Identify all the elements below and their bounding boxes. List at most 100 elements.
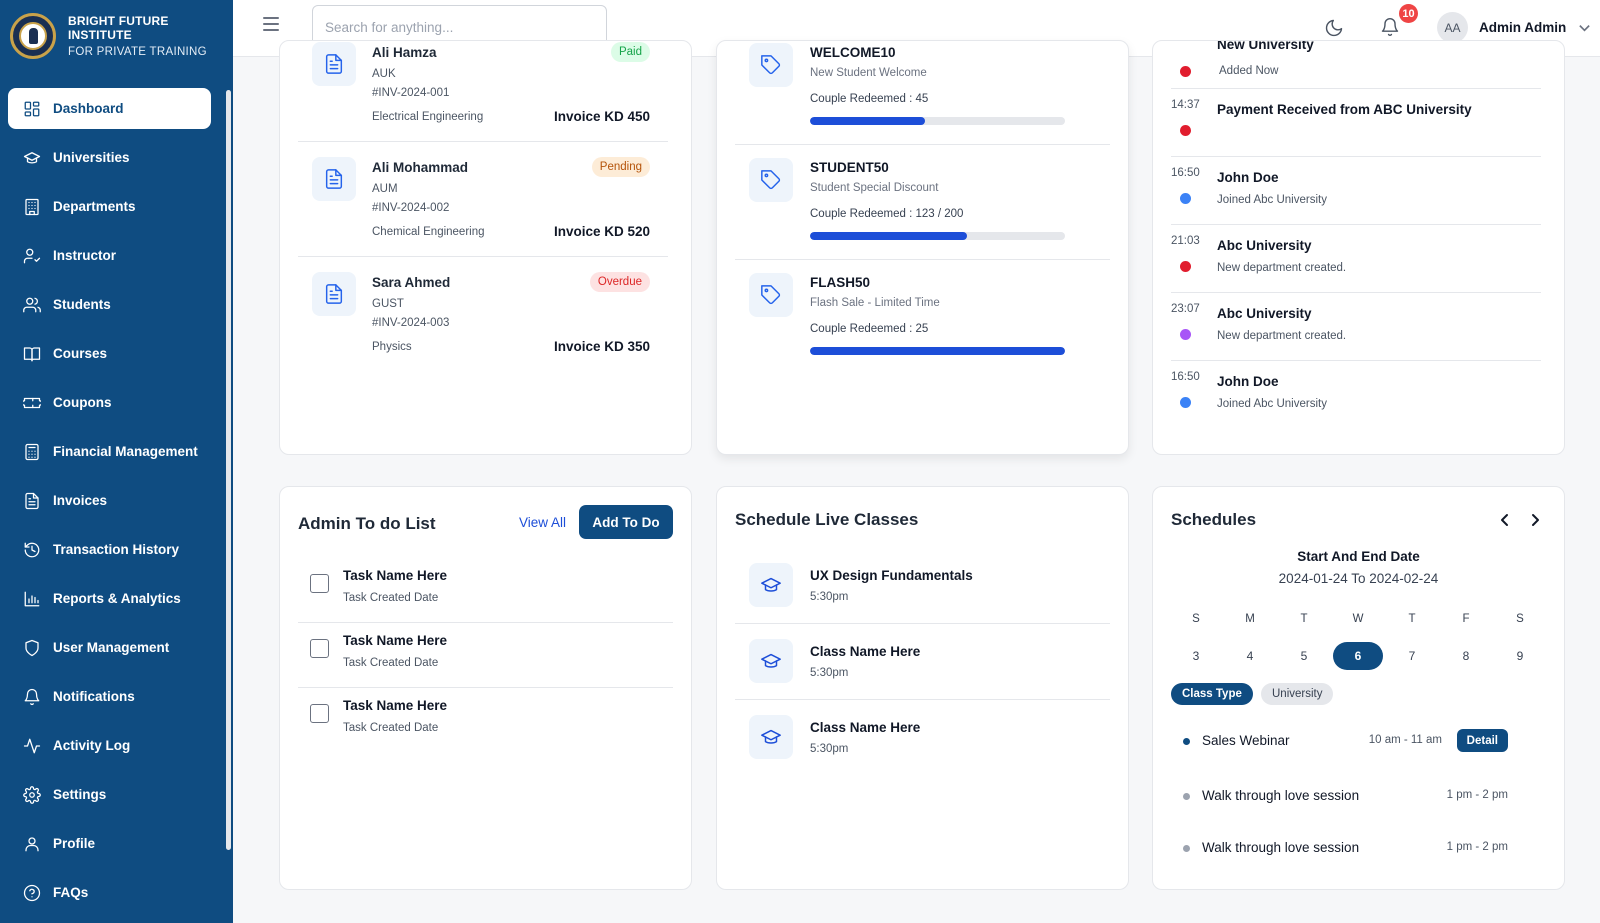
sidebar: BRIGHT FUTURE INSTITUTE FOR PRIVATE TRAI… [0, 0, 233, 923]
sidebar-item-label: Dashboard [53, 101, 124, 116]
activity-time: 16:50 [1171, 371, 1200, 383]
tag-icon [749, 43, 793, 87]
live-class-row[interactable]: Class Name Here 5:30pm [735, 699, 1103, 775]
tag-icon [749, 158, 793, 202]
todo-created-date: Task Created Date [343, 657, 439, 669]
invoice-row[interactable]: Ali Mohammad AUM #INV-2024-002 Chemical Eng… [298, 141, 650, 256]
redemption-progress-bar [810, 117, 1065, 125]
tag-icon [749, 273, 793, 317]
sidebar-item-transaction-history[interactable]: Transaction History [8, 529, 211, 570]
add-todo-button[interactable]: Add To Do [579, 505, 673, 539]
filter-chip[interactable]: Class Type [1171, 683, 1253, 705]
status-badge: Paid [610, 42, 650, 62]
sidebar-item-label: Universities [53, 150, 130, 165]
activity-row: 16:50 John Doe Joined Abc University [1171, 361, 1541, 428]
calendar-day[interactable]: 9 [1495, 642, 1545, 670]
todo-checkbox[interactable] [310, 704, 329, 723]
coupon-row[interactable]: FLASH50 Flash Sale - Limited Time Couple R… [735, 259, 1103, 374]
sidebar-item-coupons[interactable]: Coupons [8, 382, 211, 423]
coupon-row[interactable]: STUDENT50 Student Special Discount Couple … [735, 144, 1103, 259]
todo-checkbox[interactable] [310, 639, 329, 658]
invoice-department: Electrical Engineering [372, 111, 484, 123]
invoice-row[interactable]: Ali Hamza AUK #INV-2024-001 Electrical Engi… [298, 41, 650, 141]
sidebar-item-settings[interactable]: Settings [8, 774, 211, 815]
sidebar-item-courses[interactable]: Courses [8, 333, 211, 374]
live-class-time: 5:30pm [810, 743, 849, 755]
sidebar-item-faqs[interactable]: FAQs [8, 872, 211, 913]
calendar-day[interactable]: 8 [1441, 642, 1491, 670]
sidebar-item-user-management[interactable]: User Management [8, 627, 211, 668]
activity-title: Abc University [1217, 306, 1312, 321]
sidebar-item-universities[interactable]: Universities [8, 137, 211, 178]
schedule-event[interactable]: Sales Webinar 10 am - 11 am Detail [1183, 729, 1508, 753]
sidebar-item-label: Departments [53, 199, 136, 214]
activity-row: 14:37 Payment Received from ABC Universit… [1171, 89, 1541, 156]
sidebar-item-instructor[interactable]: Instructor [8, 235, 211, 276]
todo-item: Task Name Here Task Created Date [298, 622, 673, 687]
filter-chip[interactable]: University [1261, 683, 1334, 705]
sidebar-item-label: FAQs [53, 885, 89, 900]
bar-chart-icon [23, 590, 41, 608]
notification-bell-icon[interactable] [1380, 17, 1400, 37]
coupon-row[interactable]: WELCOME10 New Student Welcome Couple Redee… [735, 41, 1103, 144]
todo-checkbox[interactable] [310, 574, 329, 593]
sidebar-item-label: Coupons [53, 395, 112, 410]
brand-subtitle: FOR PRIVATE TRAINING [68, 46, 207, 58]
live-class-time: 5:30pm [810, 591, 849, 603]
sidebar-item-profile[interactable]: Profile [8, 823, 211, 864]
calendar-day[interactable]: 4 [1225, 642, 1275, 670]
menu-toggle-icon[interactable] [263, 17, 279, 31]
sidebar-item-students[interactable]: Students [8, 284, 211, 325]
avatar[interactable]: AA [1437, 12, 1468, 43]
invoice-row[interactable]: Sara Ahmed GUST #INV-2024-003 Physics Invoic… [298, 256, 650, 371]
chevron-right-icon[interactable] [1528, 513, 1542, 527]
chevron-down-icon[interactable] [1578, 21, 1591, 34]
dark-mode-icon[interactable] [1324, 18, 1344, 38]
calendar-day[interactable]: 6 [1333, 642, 1383, 670]
sidebar-item-financial-management[interactable]: Financial Management [8, 431, 211, 472]
sidebar-item-label: Courses [53, 346, 108, 361]
sidebar-item-notifications[interactable]: Notifications [8, 676, 211, 717]
live-class-row[interactable]: Class Name Here 5:30pm [735, 623, 1103, 699]
recent-invoices-card: Ali Hamza AUK #INV-2024-001 Electrical Engi… [279, 40, 692, 455]
schedule-event[interactable]: Walk through love session 1 pm - 2 pm [1183, 784, 1508, 808]
user-check-icon [23, 247, 41, 265]
brand-name: BRIGHT FUTURE INSTITUTE [68, 14, 169, 42]
sidebar-item-label: Invoices [53, 493, 108, 508]
activity-title: New University [1217, 40, 1314, 52]
invoice-student-name: Ali Mohammad [372, 160, 469, 175]
coupon-description: Flash Sale - Limited Time [810, 297, 940, 309]
calendar-day[interactable]: 3 [1171, 642, 1221, 670]
user-name[interactable]: Admin Admin [1479, 20, 1566, 35]
sidebar-item-label: Settings [53, 787, 107, 802]
redemption-progress-fill [810, 117, 925, 125]
gear-icon [23, 785, 41, 804]
status-badge: Overdue [589, 272, 650, 292]
calendar-day[interactable]: 5 [1279, 642, 1329, 670]
sidebar-item-invoices[interactable]: Invoices [8, 480, 211, 521]
activity-title: Payment Received from ABC University [1217, 102, 1472, 117]
sidebar-item-activity-log[interactable]: Activity Log [8, 725, 211, 766]
calendar-day[interactable]: 7 [1387, 642, 1437, 670]
sidebar-item-dashboard[interactable]: Dashboard [8, 88, 211, 129]
shield-icon [23, 639, 41, 657]
activity-title: John Doe [1217, 170, 1279, 185]
sidebar-scrollbar[interactable] [226, 90, 231, 850]
users-icon [23, 296, 41, 314]
activity-title: Abc University [1217, 238, 1312, 253]
todo-card: Admin To do List View All Add To Do Task… [279, 486, 692, 890]
chevron-left-icon[interactable] [1498, 513, 1512, 527]
sidebar-item-departments[interactable]: Departments [8, 186, 211, 227]
event-detail-button[interactable]: Detail [1456, 729, 1508, 752]
live-class-row[interactable]: UX Design Fundamentals 5:30pm [735, 547, 1103, 623]
status-badge: Pending [591, 157, 650, 177]
schedule-event[interactable]: Walk through love session 1 pm - 2 pm [1183, 836, 1508, 860]
redemption-progress-fill [810, 347, 1065, 355]
sidebar-item-label: Financial Management [53, 444, 198, 459]
weekday-label: W [1352, 613, 1364, 625]
view-all-link[interactable]: View All [519, 515, 566, 530]
history-icon [23, 541, 41, 559]
sidebar-item-reports-and-analytics[interactable]: Reports & Analytics [8, 578, 211, 619]
live-class-time: 5:30pm [810, 667, 849, 679]
invoice-file-icon [312, 42, 356, 86]
